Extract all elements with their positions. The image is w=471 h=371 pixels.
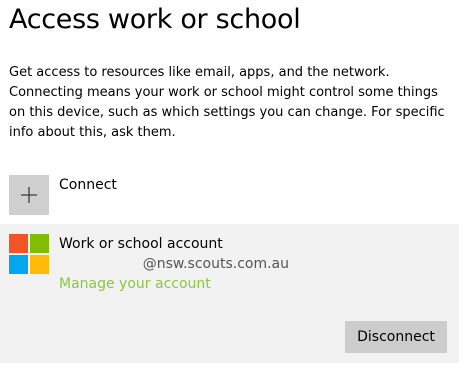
page-description: Get access to resources like email, apps… <box>9 65 445 140</box>
logo-square-yellow <box>30 255 49 274</box>
logo-square-red <box>9 234 28 253</box>
work-account-panel[interactable]: Work or school account @nsw.scouts.com.a… <box>0 224 459 363</box>
connect-button[interactable]: Connect <box>9 175 459 215</box>
page-title: Access work or school <box>9 4 301 35</box>
connect-label: Connect <box>59 177 117 193</box>
account-email: @nsw.scouts.com.au <box>142 256 289 272</box>
manage-account-link[interactable]: Manage your account <box>59 276 211 292</box>
access-work-or-school-page: Access work or school Get access to reso… <box>0 0 471 371</box>
microsoft-logo-icon <box>9 234 49 274</box>
plus-icon <box>9 175 49 215</box>
logo-square-green <box>30 234 49 253</box>
disconnect-button[interactable]: Disconnect <box>345 321 447 353</box>
logo-square-blue <box>9 255 28 274</box>
account-name: Work or school account <box>59 236 223 252</box>
